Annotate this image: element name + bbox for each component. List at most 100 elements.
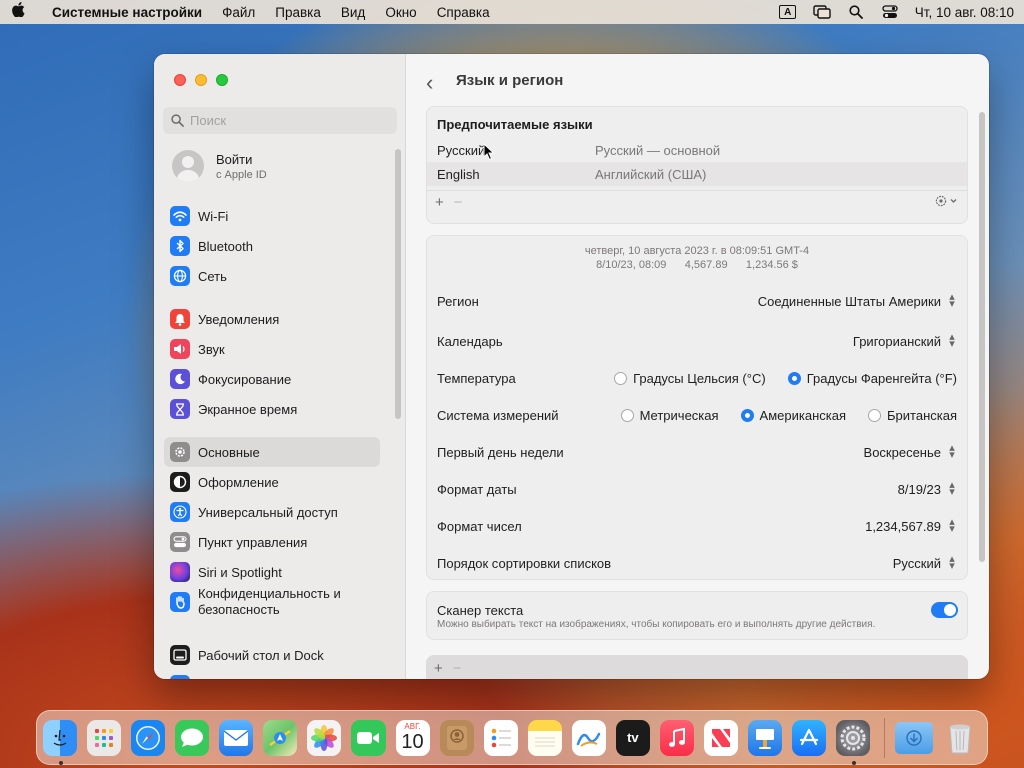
chevron-updown-icon: ▴ ▾ [949, 479, 955, 498]
sidebar-item-label: Пункт управления [198, 534, 308, 550]
freeform-icon[interactable] [571, 719, 606, 756]
apple-id-subtitle: с Apple ID [216, 168, 267, 181]
safari-icon[interactable] [131, 719, 166, 756]
trash-icon[interactable] [943, 720, 977, 756]
zoom-button[interactable] [216, 74, 228, 86]
language-row[interactable]: Русский Русский — основной [427, 138, 967, 162]
menu-file[interactable]: Файл [212, 5, 265, 20]
sidebar-item-displays-partial[interactable] [164, 670, 380, 679]
facetime-icon[interactable] [351, 719, 386, 756]
notes-icon[interactable] [527, 719, 562, 756]
sidebar-item-sound[interactable]: Звук [164, 334, 380, 364]
radio-uk[interactable]: Британская [868, 408, 957, 423]
region-label: Регион [437, 293, 479, 309]
messages-icon[interactable] [175, 719, 210, 756]
region-popup[interactable]: Соединенные Штаты Америки ▴ ▾ [757, 291, 957, 310]
number-format-popup[interactable]: 1,234,567.89 ▴ ▾ [865, 517, 957, 535]
mail-icon[interactable] [219, 719, 254, 756]
sidebar-item-wifi[interactable]: Wi-Fi [164, 201, 380, 231]
calendar-icon[interactable]: АВГ. 10 [395, 719, 430, 756]
globe-icon [170, 266, 190, 286]
sort-order-row: Порядок сортировки списков Русский ▴ ▾ [437, 551, 957, 575]
radio-metric[interactable]: Метрическая [620, 407, 719, 423]
tv-icon[interactable]: tv [615, 719, 650, 756]
add-app-button[interactable]: + [434, 660, 443, 677]
menu-window[interactable]: Окно [375, 5, 426, 20]
calendar-value: Григорианский [852, 333, 941, 349]
menu-app-name[interactable]: Системные настройки [36, 5, 212, 20]
app-store-icon[interactable] [792, 719, 827, 756]
menu-help[interactable]: Справка [427, 5, 500, 20]
menu-edit[interactable]: Правка [265, 5, 331, 20]
reminders-icon[interactable] [483, 719, 518, 756]
language-desc: Английский (США) [595, 166, 707, 182]
downloads-folder-icon[interactable] [895, 721, 933, 754]
sidebar-item-label: Основные [198, 444, 260, 460]
apple-menu-icon[interactable] [0, 2, 36, 22]
first-day-popup[interactable]: Воскресенье ▴ ▾ [864, 443, 957, 461]
sidebar-item-bluetooth[interactable]: Bluetooth [164, 231, 380, 261]
calendar-popup[interactable]: Григорианский ▴ ▾ [852, 332, 957, 350]
remove-language-button[interactable]: − [454, 194, 463, 211]
launchpad-icon[interactable] [87, 719, 122, 756]
sidebar-item-label: Экранное время [198, 401, 298, 417]
sort-order-value: Русский [892, 555, 941, 571]
chevron-updown-icon: ▴ ▾ [949, 291, 955, 310]
radio-label: Американская [759, 407, 847, 423]
search-input[interactable]: Поиск [163, 107, 397, 134]
keynote-icon[interactable] [748, 719, 783, 756]
sidebar-item-appearance[interactable]: Оформление [164, 467, 380, 497]
language-row[interactable]: English Английский (США) [427, 162, 967, 186]
language-desc: Русский — основной [595, 142, 721, 158]
language-options-button[interactable] [935, 195, 959, 210]
sidebar-item-label: Siri и Spotlight [198, 564, 282, 580]
menu-view[interactable]: Вид [331, 5, 375, 20]
add-language-button[interactable]: + [435, 194, 444, 211]
sidebar-item-control-center[interactable]: Пункт управления [164, 527, 380, 557]
date-format-popup[interactable]: 8/19/23 ▴ ▾ [898, 479, 957, 498]
sidebar-item-focus[interactable]: Фокусирование [164, 364, 380, 394]
apps-list-toolbar: + − [426, 655, 968, 679]
radio-celsius[interactable]: Градусы Цельсия (°C) [614, 371, 766, 386]
system-settings-icon[interactable] [836, 719, 871, 765]
format-preview: четверг, 10 августа 2023 г. в 08:09:51 G… [427, 236, 967, 272]
contacts-icon[interactable] [439, 719, 474, 756]
close-button[interactable] [174, 74, 186, 86]
region-value: Соединенные Штаты Америки [757, 293, 941, 309]
live-text-toggle[interactable] [931, 602, 958, 618]
sidebar-item-privacy-security[interactable]: Конфиденциальность и безопасность [164, 584, 380, 620]
temperature-row: Температура Градусы Цельсия (°C) Градусы… [437, 366, 957, 390]
sidebar-item-screen-time[interactable]: Экранное время [164, 394, 380, 424]
sidebar-item-network[interactable]: Сеть [164, 261, 380, 291]
siri-icon [170, 562, 190, 582]
sidebar-scrollbar[interactable] [395, 149, 401, 419]
apple-id-signin[interactable]: Войти с Apple ID [172, 150, 267, 182]
sidebar-item-accessibility[interactable]: Универсальный доступ [164, 497, 380, 527]
control-center-icon[interactable] [873, 5, 907, 19]
menu-clock[interactable]: Чт, 10 авг. 08:10 [907, 5, 1014, 20]
back-button[interactable]: ‹ [426, 70, 433, 96]
sidebar-item-label: Уведомления [198, 311, 280, 327]
news-icon[interactable] [703, 719, 738, 756]
main-scrollbar[interactable] [979, 112, 985, 562]
finder-icon[interactable] [43, 719, 78, 765]
sidebar-item-desktop-dock[interactable]: Рабочий стол и Dock [164, 640, 380, 670]
photos-icon[interactable] [307, 719, 342, 756]
sidebar-item-general[interactable]: Основные [164, 437, 380, 467]
screen-mirroring-icon[interactable] [805, 5, 839, 19]
radio-us[interactable]: Американская [740, 407, 847, 423]
maps-icon[interactable] [263, 719, 298, 756]
music-icon[interactable] [659, 719, 694, 756]
dock-separator [884, 717, 886, 758]
live-text-title: Сканер текста [437, 603, 524, 618]
radio-label: Метрическая [639, 407, 719, 423]
remove-app-button[interactable]: − [453, 660, 462, 677]
input-source-icon[interactable]: A [771, 5, 805, 19]
sort-order-popup[interactable]: Русский ▴ ▾ [892, 554, 957, 572]
spotlight-search-icon[interactable] [839, 5, 873, 19]
minimize-button[interactable] [195, 74, 207, 86]
radio-fahrenheit[interactable]: Градусы Фаренгейта (°F) [787, 371, 957, 386]
sidebar-item-notifications[interactable]: Уведомления [164, 304, 380, 334]
wifi-icon [170, 206, 190, 226]
sidebar-item-siri-spotlight[interactable]: Siri и Spotlight [164, 557, 380, 587]
